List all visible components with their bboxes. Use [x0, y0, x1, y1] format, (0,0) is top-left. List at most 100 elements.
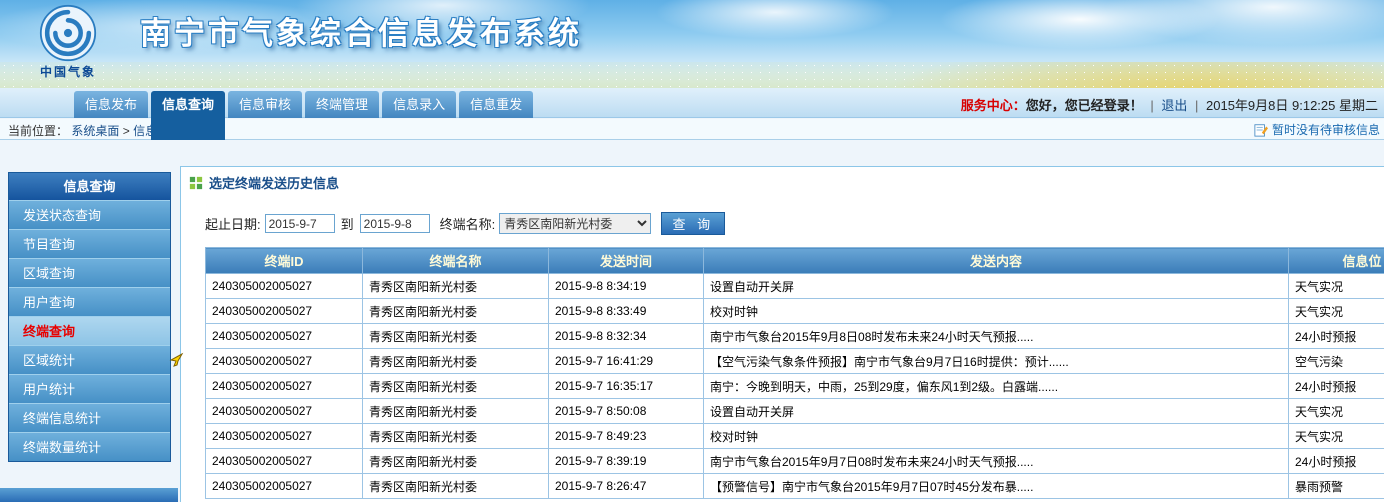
- cell-r5-c1: 青秀区南阳新光村委: [363, 399, 549, 424]
- cell-r1-c4: 天气实况: [1289, 299, 1384, 324]
- sidebar-items: 发送状态查询节目查询区域查询用户查询终端查询区域统计用户统计终端信息统计终端数量…: [9, 200, 170, 461]
- sidebar-item-6[interactable]: 用户统计: [9, 374, 170, 403]
- sidebar-item-1[interactable]: 节目查询: [9, 229, 170, 258]
- cell-r8-c4: 暴雨预警: [1289, 474, 1384, 499]
- cell-r8-c0: 240305002005027: [206, 474, 363, 499]
- cell-r1-c2: 2015-9-8 8:33:49: [549, 299, 704, 324]
- cell-r1-c1: 青秀区南阳新光村委: [363, 299, 549, 324]
- sidebar-item-8[interactable]: 终端数量统计: [9, 432, 170, 461]
- sidebar-footer-bar: [0, 488, 178, 502]
- spiral-logo-icon: [39, 4, 97, 62]
- cell-r7-c2: 2015-9-7 8:39:19: [549, 449, 704, 474]
- sidebar-item-4[interactable]: 终端查询: [9, 316, 170, 345]
- table-body: 240305002005027青秀区南阳新光村委2015-9-8 8:34:19…: [206, 274, 1384, 499]
- sidebar-item-7[interactable]: 终端信息统计: [9, 403, 170, 432]
- cell-r4-c0: 240305002005027: [206, 374, 363, 399]
- breadcrumb-item-0[interactable]: 系统桌面: [71, 124, 119, 138]
- separator: |: [1150, 98, 1153, 113]
- datetime-display: 2015年9月8日 9:12:25 星期二: [1206, 98, 1378, 113]
- cell-r1-c3: 校对时钟: [704, 299, 1289, 324]
- cell-r4-c3: 南宁：今晚到明天，中雨，25到29度，偏东风1到2级。白露端......: [704, 374, 1289, 399]
- cell-r3-c4: 空气污染: [1289, 349, 1384, 374]
- date-range-label: 起止日期:: [205, 214, 261, 233]
- main-panel: 选定终端发送历史信息 起止日期: 到 终端名称: 青秀区南阳新光村委 查 询 终…: [180, 166, 1384, 502]
- sidebar-item-3[interactable]: 用户查询: [9, 287, 170, 316]
- cell-r5-c2: 2015-9-7 8:50:08: [549, 399, 704, 424]
- content-area: 信息查询 发送状态查询节目查询区域查询用户查询终端查询区域统计用户统计终端信息统…: [0, 140, 1384, 502]
- cell-r8-c3: 【预警信号】南宁市气象台2015年9月7日07时45分发布暴.....: [704, 474, 1289, 499]
- cell-r4-c2: 2015-9-7 16:35:17: [549, 374, 704, 399]
- table-row: 240305002005027青秀区南阳新光村委2015-9-7 16:41:2…: [206, 349, 1384, 374]
- table-icon: [189, 176, 203, 190]
- nav-tab-4[interactable]: 信息录入: [382, 91, 456, 118]
- date-from-input[interactable]: [265, 214, 335, 233]
- table-row: 240305002005027青秀区南阳新光村委2015-9-7 8:39:19…: [206, 449, 1384, 474]
- sidebar-title: 信息查询: [9, 173, 170, 200]
- table-row: 240305002005027青秀区南阳新光村委2015-9-7 8:26:47…: [206, 474, 1384, 499]
- table-row: 240305002005027青秀区南阳新光村委2015-9-8 8:34:19…: [206, 274, 1384, 299]
- column-header-1: 终端名称: [363, 248, 549, 274]
- page-title: 南宁市气象综合信息发布系统: [140, 8, 582, 53]
- search-button[interactable]: 查 询: [661, 212, 725, 235]
- table-header-row: 终端ID终端名称发送时间发送内容信息位: [206, 248, 1384, 274]
- mouse-cursor-icon: [168, 352, 184, 371]
- nav-tab-3[interactable]: 终端管理: [305, 91, 379, 118]
- cell-r3-c1: 青秀区南阳新光村委: [363, 349, 549, 374]
- history-table: 终端ID终端名称发送时间发送内容信息位 240305002005027青秀区南阳…: [205, 247, 1384, 499]
- cell-r6-c4: 天气实况: [1289, 424, 1384, 449]
- cell-r0-c2: 2015-9-8 8:34:19: [549, 274, 704, 299]
- cell-r6-c3: 校对时钟: [704, 424, 1289, 449]
- column-header-2: 发送时间: [549, 248, 704, 274]
- cell-r6-c0: 240305002005027: [206, 424, 363, 449]
- cma-logo: 中国气象: [26, 4, 110, 80]
- terminal-select[interactable]: 青秀区南阳新光村委: [499, 213, 651, 234]
- sidebar-item-2[interactable]: 区域查询: [9, 258, 170, 287]
- to-label: 到: [341, 214, 354, 233]
- cell-r5-c4: 天气实况: [1289, 399, 1384, 424]
- terminal-name-label: 终端名称:: [440, 214, 496, 233]
- nav-tab-5[interactable]: 信息重发: [459, 91, 533, 118]
- top-navbar: 信息发布信息查询信息审核终端管理信息录入信息重发 服务中心：您好，您已经登录！ …: [0, 88, 1384, 118]
- column-header-0: 终端ID: [206, 248, 363, 274]
- cell-r5-c0: 240305002005027: [206, 399, 363, 424]
- breadcrumb-label: 当前位置：: [8, 124, 68, 138]
- sidebar-item-0[interactable]: 发送状态查询: [9, 200, 170, 229]
- section-title: 选定终端发送历史信息: [209, 173, 339, 192]
- table-row: 240305002005027青秀区南阳新光村委2015-9-7 8:49:23…: [206, 424, 1384, 449]
- filter-row: 起止日期: 到 终端名称: 青秀区南阳新光村委 查 询: [205, 212, 1384, 235]
- logo-caption: 中国气象: [26, 63, 110, 80]
- cell-r2-c0: 240305002005027: [206, 324, 363, 349]
- cell-r0-c0: 240305002005027: [206, 274, 363, 299]
- table-row: 240305002005027青秀区南阳新光村委2015-9-8 8:32:34…: [206, 324, 1384, 349]
- table-row: 240305002005027青秀区南阳新光村委2015-9-8 8:33:49…: [206, 299, 1384, 324]
- flower-field-background: [0, 62, 1384, 88]
- cell-r2-c2: 2015-9-8 8:32:34: [549, 324, 704, 349]
- cell-r5-c3: 设置自动开关屏: [704, 399, 1289, 424]
- cell-r6-c1: 青秀区南阳新光村委: [363, 424, 549, 449]
- date-to-input[interactable]: [360, 214, 430, 233]
- sidebar-item-5[interactable]: 区域统计: [9, 345, 170, 374]
- cell-r0-c1: 青秀区南阳新光村委: [363, 274, 549, 299]
- nav-tab-0[interactable]: 信息发布: [74, 91, 148, 118]
- cell-r2-c4: 24小时预报: [1289, 324, 1384, 349]
- column-header-4: 信息位: [1289, 248, 1384, 274]
- cell-r1-c0: 240305002005027: [206, 299, 363, 324]
- nav-tab-1[interactable]: 信息查询: [151, 91, 225, 140]
- session-info: 服务中心：您好，您已经登录！ | 退出 | 2015年9月8日 9:12:25 …: [961, 95, 1378, 114]
- panel-header: 选定终端发送历史信息: [181, 167, 1384, 196]
- column-header-3: 发送内容: [704, 248, 1289, 274]
- table-row: 240305002005027青秀区南阳新光村委2015-9-7 8:50:08…: [206, 399, 1384, 424]
- nav-tab-2[interactable]: 信息审核: [228, 91, 302, 118]
- cell-r8-c2: 2015-9-7 8:26:47: [549, 474, 704, 499]
- logout-link[interactable]: 退出: [1161, 98, 1187, 113]
- cell-r7-c4: 24小时预报: [1289, 449, 1384, 474]
- cell-r7-c3: 南宁市气象台2015年9月7日08时发布未来24小时天气预报.....: [704, 449, 1289, 474]
- service-center-label: 服务中心：: [961, 98, 1026, 113]
- cell-r3-c3: 【空气污染气象条件预报】南宁市气象台9月7日16时提供：预计......: [704, 349, 1289, 374]
- note-icon: [1254, 123, 1268, 137]
- banner: 中国气象 南宁市气象综合信息发布系统: [0, 0, 1384, 88]
- cell-r4-c4: 24小时预报: [1289, 374, 1384, 399]
- cell-r2-c3: 南宁市气象台2015年9月8日08时发布未来24小时天气预报.....: [704, 324, 1289, 349]
- cell-r0-c4: 天气实况: [1289, 274, 1384, 299]
- cell-r4-c1: 青秀区南阳新光村委: [363, 374, 549, 399]
